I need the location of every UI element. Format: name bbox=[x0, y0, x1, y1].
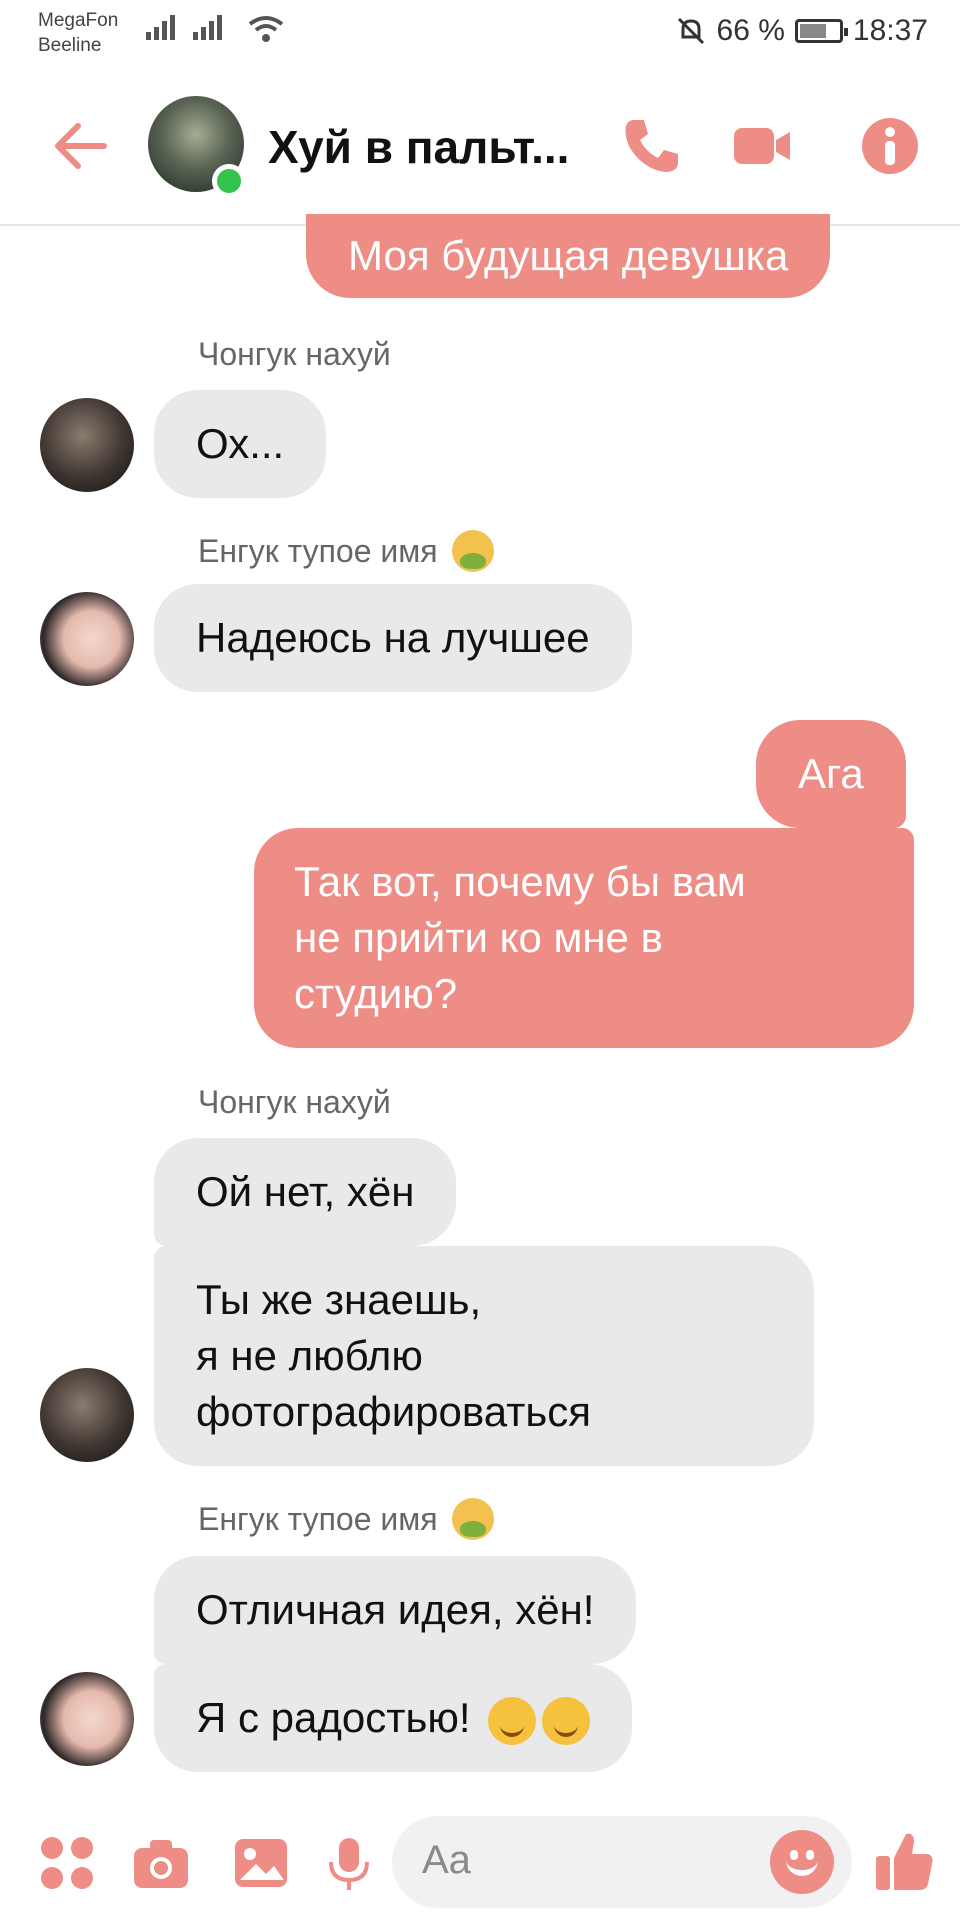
chat-header: Хуй в пальт... bbox=[0, 72, 960, 226]
message-outgoing[interactable]: Так вот, почему бы вам не прийти ко мне … bbox=[254, 828, 914, 1048]
carrier-info: MegaFon Beeline bbox=[38, 8, 118, 58]
sender-name: Енгук тупое имя bbox=[198, 1498, 494, 1540]
message-incoming[interactable]: Ты же знаешь, я не люблю фотографировать… bbox=[154, 1246, 814, 1466]
message-line: не прийти ко мне в bbox=[294, 914, 663, 961]
battery-icon bbox=[794, 19, 848, 43]
message-line: Ты же знаешь, bbox=[196, 1276, 482, 1323]
sender-name: Енгук тупое имя bbox=[198, 530, 494, 572]
thumbs-up-icon[interactable] bbox=[874, 1828, 936, 1894]
message-line: фотографироваться bbox=[196, 1388, 592, 1435]
sender-label: Чонгук нахуй bbox=[198, 1084, 391, 1120]
message-line: студию? bbox=[294, 970, 458, 1017]
microphone-icon[interactable] bbox=[320, 1834, 378, 1892]
emoji-icon[interactable] bbox=[770, 1830, 834, 1894]
video-call-icon[interactable] bbox=[730, 114, 794, 178]
battery-percent: 66 % bbox=[716, 14, 785, 47]
carrier-2: Beeline bbox=[38, 35, 102, 56]
sender-label: Енгук тупое имя bbox=[198, 1500, 438, 1537]
nauseated-face-icon bbox=[451, 530, 494, 572]
clock: 18:37 bbox=[852, 14, 928, 47]
message-input[interactable]: Aa bbox=[392, 1816, 852, 1908]
nauseated-face-icon bbox=[451, 1498, 494, 1540]
sender-label: Чонгук нахуй bbox=[198, 336, 391, 372]
signal-2-icon bbox=[193, 14, 222, 40]
sender-name: Чонгук нахуй bbox=[198, 336, 391, 373]
phone-icon[interactable] bbox=[620, 114, 684, 178]
gallery-icon[interactable] bbox=[232, 1834, 290, 1892]
avatar[interactable] bbox=[40, 1368, 134, 1462]
message-incoming[interactable]: Ой нет, хён bbox=[154, 1138, 457, 1246]
sender-label: Енгук тупое имя bbox=[198, 532, 438, 569]
composer-bar: Aa bbox=[0, 1798, 960, 1920]
smiling-face-icon bbox=[542, 1696, 591, 1745]
message-incoming[interactable]: Надеюсь на лучшее bbox=[154, 584, 632, 692]
chat-title[interactable]: Хуй в пальт... bbox=[268, 120, 569, 174]
sender-name: Чонгук нахуй bbox=[198, 1084, 391, 1121]
avatar[interactable] bbox=[40, 398, 134, 492]
message-incoming[interactable]: Ох... bbox=[154, 390, 327, 498]
mute-bell-icon bbox=[677, 17, 704, 45]
smiling-face-icon bbox=[488, 1696, 537, 1745]
back-arrow-icon[interactable] bbox=[50, 114, 114, 178]
status-bar: MegaFon Beeline 66 % 18:37 bbox=[0, 0, 960, 72]
input-placeholder: Aa bbox=[422, 1838, 471, 1882]
avatar[interactable] bbox=[40, 1672, 134, 1766]
info-icon[interactable] bbox=[858, 114, 922, 178]
message-outgoing[interactable]: Ага bbox=[756, 720, 906, 828]
status-right: 66 % 18:37 bbox=[675, 14, 928, 48]
wifi-icon bbox=[248, 16, 284, 42]
signal-icons bbox=[146, 14, 222, 40]
message-line: я не люблю bbox=[196, 1332, 423, 1379]
message-incoming[interactable]: Я с радостью! bbox=[154, 1664, 633, 1772]
avatar[interactable] bbox=[40, 592, 134, 686]
apps-grid-icon[interactable] bbox=[38, 1834, 96, 1892]
message-line: Так вот, почему бы вам bbox=[294, 858, 746, 905]
signal-1-icon bbox=[146, 14, 175, 40]
message-outgoing[interactable]: Моя будущая девушка bbox=[306, 214, 831, 298]
message-text: Я с радостью! bbox=[196, 1694, 471, 1741]
online-indicator bbox=[212, 164, 246, 198]
message-incoming[interactable]: Отличная идея, хён! bbox=[154, 1556, 637, 1664]
camera-icon[interactable] bbox=[132, 1834, 190, 1892]
carrier-1: MegaFon bbox=[38, 10, 119, 31]
